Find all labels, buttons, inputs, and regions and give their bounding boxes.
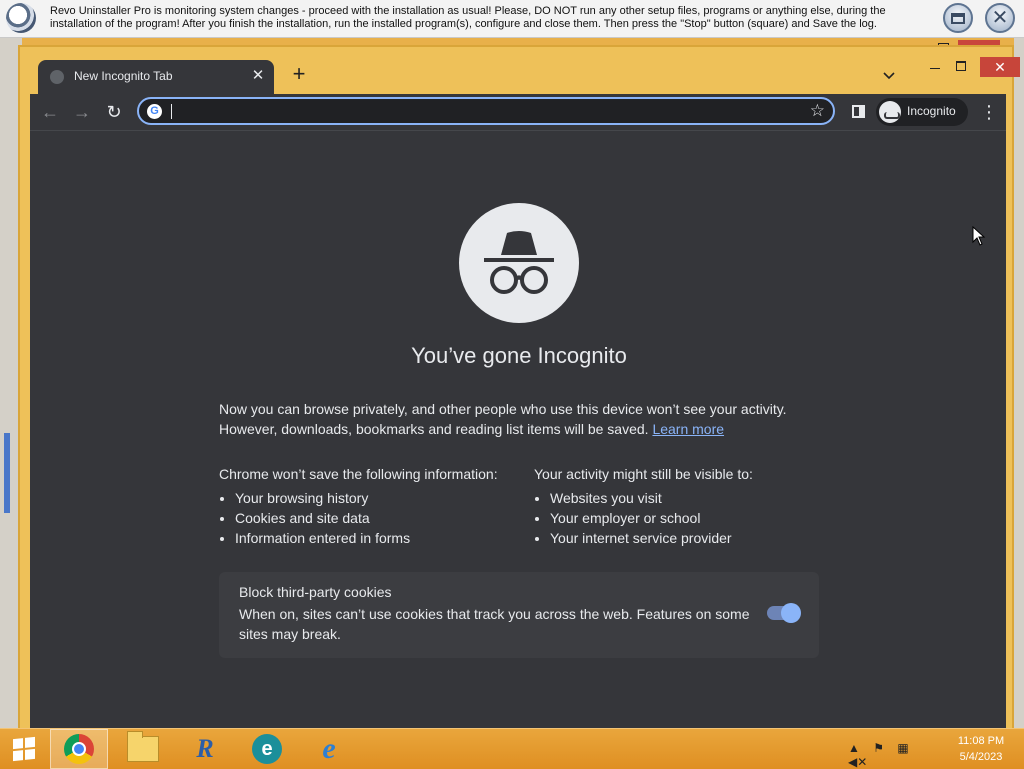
background-strip bbox=[4, 433, 10, 513]
eset-icon: e bbox=[252, 734, 282, 764]
incognito-logo-icon bbox=[459, 203, 579, 323]
tab-search-button[interactable] bbox=[880, 66, 898, 84]
third-party-cookies-card: Block third-party cookies When on, sites… bbox=[219, 572, 819, 658]
taskbar-file-explorer[interactable] bbox=[114, 729, 172, 769]
cookie-card-title: Block third-party cookies bbox=[239, 584, 392, 600]
show-hidden-icons-icon[interactable]: ▲ bbox=[848, 741, 860, 755]
start-button[interactable] bbox=[0, 729, 48, 769]
action-center-flag-icon[interactable]: ⚑ bbox=[873, 741, 884, 755]
address-bar[interactable]: ☆ bbox=[137, 97, 835, 125]
network-icon[interactable]: ▦ bbox=[897, 741, 908, 755]
chrome-window: New Incognito Tab ✕ + ✕ ← → ↻ ☆ Incognit… bbox=[18, 45, 1020, 735]
chrome-icon bbox=[64, 734, 94, 764]
window-maximize-button[interactable] bbox=[952, 58, 970, 72]
taskbar-internet-explorer[interactable]: e bbox=[300, 729, 358, 769]
text-caret bbox=[171, 104, 172, 119]
cookie-card-description: When on, sites can’t use cookies that tr… bbox=[239, 606, 750, 642]
mouse-cursor-icon bbox=[972, 226, 986, 246]
still-visible-header: Your activity might still be visible to: bbox=[534, 466, 753, 482]
still-visible-section: Your activity might still be visible to:… bbox=[534, 464, 854, 548]
profile-label: Incognito bbox=[907, 104, 956, 118]
forward-button[interactable]: → bbox=[72, 102, 92, 122]
revo-message: Revo Uninstaller Pro is monitoring syste… bbox=[50, 5, 886, 30]
menu-kebab-icon[interactable]: ⋮ bbox=[980, 102, 998, 122]
window-icon bbox=[951, 12, 965, 24]
reload-button[interactable]: ↻ bbox=[104, 102, 124, 122]
close-icon: ✕ bbox=[991, 7, 1009, 29]
browser-toolbar: ← → ↻ ☆ Incognito ⋮ bbox=[30, 94, 1006, 130]
list-item: Your browsing history bbox=[235, 488, 539, 508]
tab-title: New Incognito Tab bbox=[74, 69, 173, 83]
revo-uninstaller-icon: R bbox=[196, 734, 214, 763]
not-saved-section: Chrome won’t save the following informat… bbox=[219, 464, 539, 548]
page-title: You’ve gone Incognito bbox=[411, 343, 627, 368]
tab-new-incognito[interactable]: New Incognito Tab ✕ bbox=[38, 60, 274, 94]
list-item: Your employer or school bbox=[550, 508, 854, 528]
revo-minimize-button[interactable] bbox=[943, 3, 973, 33]
block-cookies-toggle[interactable] bbox=[767, 603, 801, 623]
background-window-right bbox=[1014, 38, 1024, 732]
taskbar-chrome[interactable] bbox=[50, 729, 108, 769]
intro-text: Now you can browse privately, and other … bbox=[219, 399, 819, 439]
system-tray: ▲ ⚑ ▦ ◀✕ bbox=[848, 741, 948, 769]
bookmark-star-icon[interactable]: ☆ bbox=[810, 101, 825, 121]
tab-close-icon[interactable]: ✕ bbox=[248, 66, 268, 86]
still-visible-list: Websites you visit Your employer or scho… bbox=[534, 488, 854, 548]
file-explorer-icon bbox=[127, 731, 159, 762]
list-item: Your internet service provider bbox=[550, 528, 854, 548]
internet-explorer-icon: e bbox=[322, 732, 336, 765]
clock-time: 11:08 PM bbox=[957, 735, 1005, 747]
incognito-avatar-icon bbox=[879, 101, 901, 123]
tab-strip: New Incognito Tab ✕ + ✕ bbox=[30, 54, 1020, 94]
side-panel-button[interactable] bbox=[852, 105, 865, 118]
list-item: Cookies and site data bbox=[235, 508, 539, 528]
learn-more-link[interactable]: Learn more bbox=[652, 421, 724, 437]
not-saved-list: Your browsing history Cookies and site d… bbox=[219, 488, 539, 548]
taskbar-eset[interactable]: e bbox=[238, 729, 296, 769]
clock-date: 5/4/2023 bbox=[959, 751, 1003, 763]
revo-monitor-bar: Revo Uninstaller Pro is monitoring syste… bbox=[0, 0, 1024, 38]
incognito-favicon-icon bbox=[50, 70, 64, 84]
back-button[interactable]: ← bbox=[40, 102, 60, 122]
taskbar-clock[interactable]: 11:08 PM 5/4/2023 bbox=[950, 733, 1012, 765]
incognito-page: You’ve gone Incognito Now you can browse… bbox=[30, 130, 1006, 732]
chevron-down-icon bbox=[883, 72, 895, 80]
google-icon bbox=[147, 104, 162, 119]
list-item: Websites you visit bbox=[550, 488, 854, 508]
window-close-button[interactable]: ✕ bbox=[980, 57, 1020, 77]
taskbar: R e e ▲ ⚑ ▦ ◀✕ 11:08 PM 5/4/2023 bbox=[0, 728, 1024, 769]
taskbar-revo-uninstaller[interactable]: R bbox=[176, 729, 234, 769]
window-minimize-button[interactable] bbox=[926, 60, 944, 74]
revo-close-button[interactable]: ✕ bbox=[985, 3, 1015, 33]
revo-logo-icon bbox=[6, 3, 36, 33]
list-item: Information entered in forms bbox=[235, 528, 539, 548]
volume-muted-icon[interactable]: ◀✕ bbox=[848, 755, 867, 769]
not-saved-header: Chrome won’t save the following informat… bbox=[219, 466, 498, 482]
incognito-profile-button[interactable]: Incognito bbox=[876, 98, 968, 126]
windows-logo-icon bbox=[13, 736, 35, 762]
new-tab-button[interactable]: + bbox=[288, 63, 310, 86]
